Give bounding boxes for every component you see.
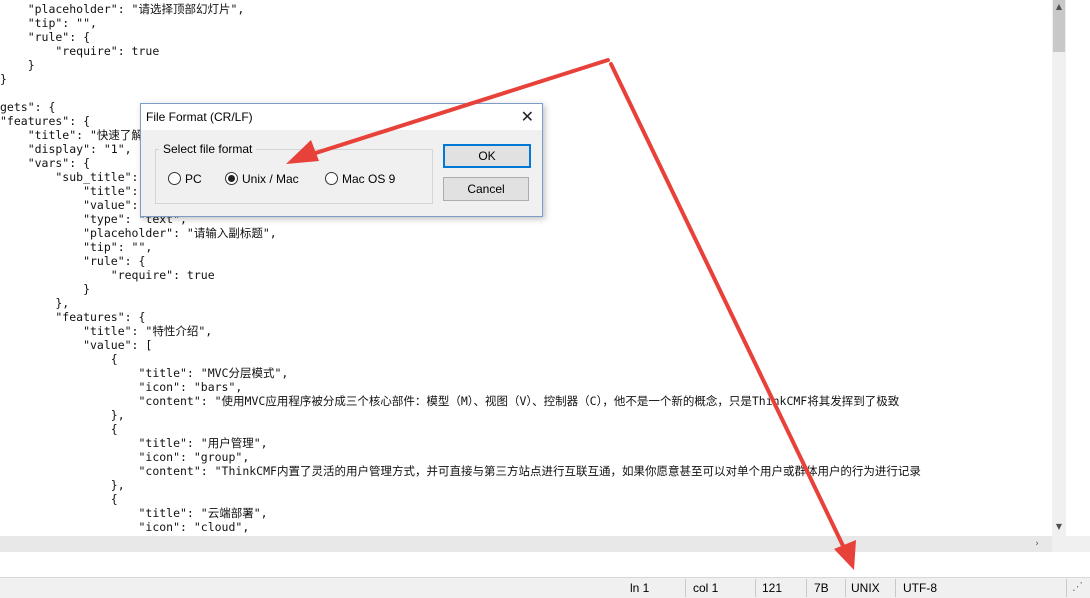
code-line: } bbox=[0, 58, 35, 72]
code-line: { bbox=[0, 352, 118, 366]
code-line: "title": "MVC分层模式", bbox=[0, 366, 289, 380]
scroll-down-icon[interactable]: ▼ bbox=[1052, 520, 1066, 534]
code-line: "icon": "bars", bbox=[0, 380, 243, 394]
code-line: "content": "ThinkCMF内置了灵活的用户管理方式，并可直接与第三… bbox=[0, 464, 921, 478]
code-line: } bbox=[0, 282, 91, 296]
scroll-up-icon[interactable]: ▲ bbox=[1052, 0, 1066, 14]
status-divider bbox=[895, 579, 896, 597]
dialog-title-bar[interactable]: File Format (CR/LF) ✕ bbox=[141, 104, 542, 130]
radio-label: Unix / Mac bbox=[242, 172, 299, 186]
scrollbar-corner bbox=[1052, 536, 1090, 552]
ok-button[interactable]: OK bbox=[443, 144, 531, 168]
group-label: Select file format bbox=[159, 142, 257, 156]
code-line: "placeholder": "请选择顶部幻灯片", bbox=[0, 2, 245, 16]
code-line: }, bbox=[0, 408, 125, 422]
code-line: "vars": { bbox=[0, 156, 91, 170]
code-line: "features": { bbox=[0, 310, 146, 324]
code-line: "display": "1", bbox=[0, 142, 132, 156]
status-bar: ln 1 col 1 121 7B UNIX UTF-8 ⋰ bbox=[0, 577, 1090, 598]
code-line: "value": bbox=[0, 198, 139, 212]
status-divider bbox=[806, 579, 807, 597]
resize-grip-icon[interactable]: ⋰ bbox=[1072, 580, 1088, 596]
code-line: "tip": "", bbox=[0, 240, 153, 254]
radio-mac-os-9[interactable]: Mac OS 9 bbox=[325, 171, 395, 187]
code-line: "features": { bbox=[0, 114, 91, 128]
code-line: "value": [ bbox=[0, 338, 153, 352]
editor-text-area[interactable]: "placeholder": "请选择顶部幻灯片", "tip": "", "r… bbox=[0, 0, 1052, 536]
vertical-scrollbar[interactable]: ▲ ▼ bbox=[1052, 0, 1066, 536]
radio-label: Mac OS 9 bbox=[342, 172, 396, 186]
status-line: ln 1 bbox=[630, 581, 650, 595]
close-icon[interactable]: ✕ bbox=[521, 107, 534, 127]
code-line: "title": "用户管理", bbox=[0, 436, 268, 450]
code-line: { bbox=[0, 492, 118, 506]
horizontal-scrollbar[interactable]: › bbox=[0, 536, 1052, 552]
editor-footer-area bbox=[0, 552, 1090, 577]
code-line: "rule": { bbox=[0, 30, 91, 44]
code-line: "placeholder": "请输入副标题", bbox=[0, 226, 277, 240]
radio-circle-icon bbox=[325, 172, 338, 185]
status-divider bbox=[845, 579, 846, 597]
cancel-button[interactable]: Cancel bbox=[443, 177, 529, 201]
code-line: "tip": "", bbox=[0, 16, 97, 30]
status-chars: 121 bbox=[762, 581, 783, 595]
status-divider bbox=[755, 579, 756, 597]
status-divider bbox=[685, 579, 686, 597]
radio-unix-mac[interactable]: Unix / Mac bbox=[225, 171, 299, 187]
dialog-title: File Format (CR/LF) bbox=[146, 110, 253, 124]
radio-circle-icon bbox=[168, 172, 181, 185]
code-line: "title": "快速了解 bbox=[0, 128, 143, 142]
scroll-right-icon[interactable]: › bbox=[1030, 536, 1044, 552]
radio-selected-icon bbox=[225, 172, 238, 185]
code-line: "rule": { bbox=[0, 254, 146, 268]
code-line: "content": "使用MVC应用程序被分成三个核心部件：模型（M）、视图（… bbox=[0, 394, 900, 408]
code-line: "title": bbox=[0, 184, 139, 198]
status-column: col 1 bbox=[693, 581, 719, 595]
code-line: }, bbox=[0, 296, 70, 310]
status-encoding[interactable]: UTF-8 bbox=[903, 581, 937, 595]
code-line: }, bbox=[0, 478, 125, 492]
code-line: } bbox=[0, 72, 7, 86]
status-divider bbox=[1066, 579, 1067, 597]
status-size: 7B bbox=[814, 581, 829, 595]
code-line: "require": true bbox=[0, 268, 215, 282]
status-eol[interactable]: UNIX bbox=[851, 581, 880, 595]
file-format-dialog: File Format (CR/LF) ✕ Select file format… bbox=[140, 103, 543, 217]
code-line: "icon": "group", bbox=[0, 450, 250, 464]
code-line: gets": { bbox=[0, 100, 56, 114]
code-line: "require": true bbox=[0, 44, 160, 58]
radio-pc[interactable]: PC bbox=[168, 171, 202, 187]
code-line: "icon": "cloud", bbox=[0, 520, 250, 534]
code-line: { bbox=[0, 422, 118, 436]
code-line: "title": "特性介绍", bbox=[0, 324, 213, 338]
code-line: "sub_title": { bbox=[0, 170, 153, 184]
radio-label: PC bbox=[185, 172, 202, 186]
code-line: "title": "云端部署", bbox=[0, 506, 268, 520]
